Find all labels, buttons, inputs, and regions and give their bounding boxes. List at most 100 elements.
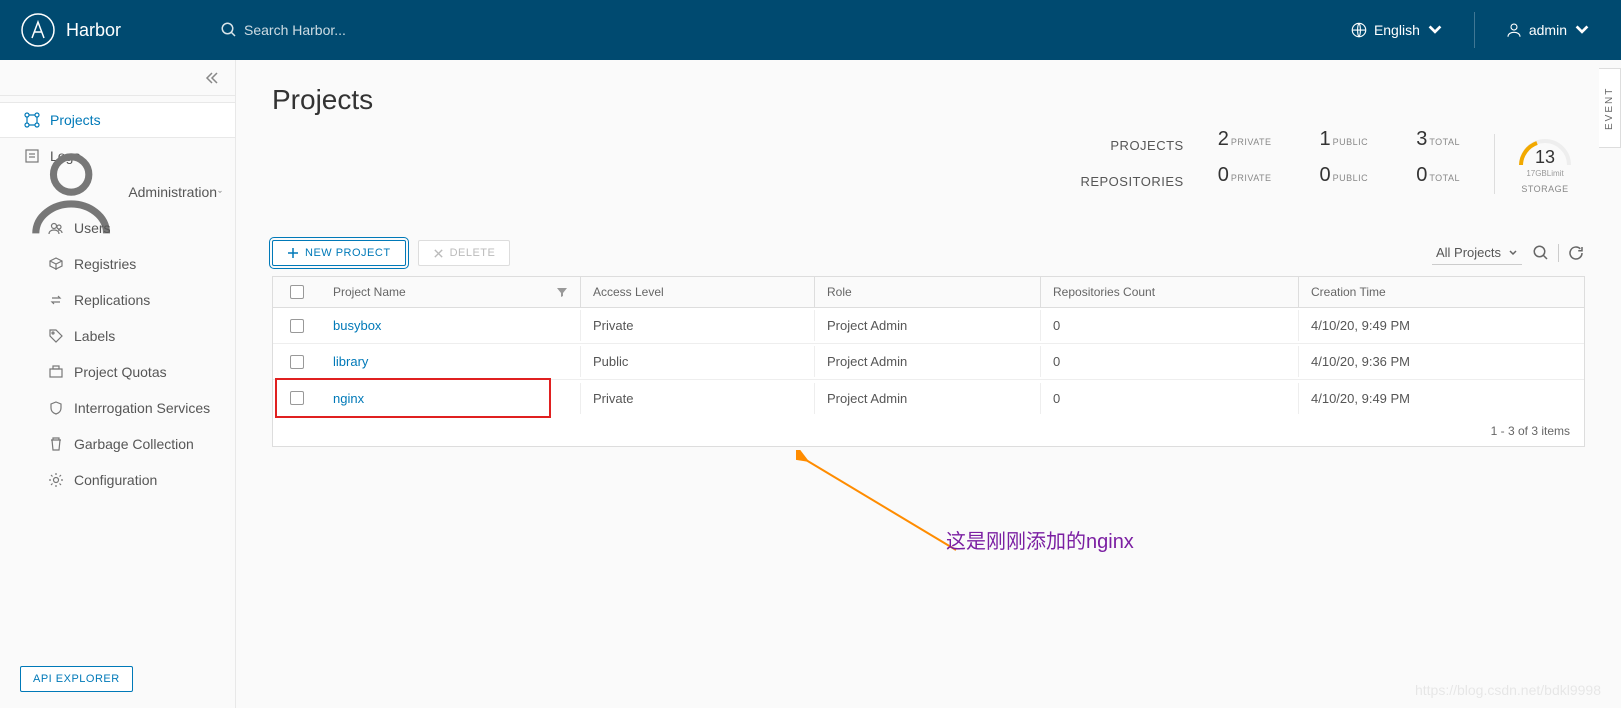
harbor-logo-icon	[20, 12, 56, 48]
api-explorer-button[interactable]: API EXPLORER	[20, 666, 133, 692]
cell-time: 4/10/20, 9:36 PM	[1299, 346, 1584, 377]
toolbar: NEW PROJECT DELETE All Projects	[272, 240, 1585, 266]
project-link[interactable]: library	[333, 354, 368, 369]
repos-private-count: 0	[1218, 164, 1229, 187]
sidebar-item-projects[interactable]: Projects	[0, 102, 235, 138]
sidebar-collapse-button[interactable]	[0, 60, 235, 96]
table-row[interactable]: nginx PrivateProject Admin04/10/20, 9:49 …	[273, 380, 1584, 416]
sidebar-item-label: Labels	[74, 328, 115, 344]
refresh-icon[interactable]	[1567, 244, 1585, 262]
sidebar-item-labels[interactable]: Labels	[0, 318, 235, 354]
replications-icon	[48, 292, 64, 308]
sidebar: Projects Logs Administration Users Regis…	[0, 60, 236, 708]
projects-private-count: 2	[1218, 128, 1229, 151]
chevron-down-icon	[1426, 21, 1444, 39]
sidebar-item-label: Projects	[50, 112, 101, 128]
table-row[interactable]: libraryPublicProject Admin04/10/20, 9:36…	[273, 344, 1584, 380]
search-bar[interactable]	[200, 21, 1340, 39]
sidebar-item-replications[interactable]: Replications	[0, 282, 235, 318]
cell-access: Private	[581, 310, 815, 341]
globe-icon	[1350, 21, 1368, 39]
trash-icon	[48, 436, 64, 452]
table-row[interactable]: busyboxPrivateProject Admin04/10/20, 9:4…	[273, 308, 1584, 344]
column-header-name[interactable]: Project Name	[321, 277, 581, 307]
column-header-time[interactable]: Creation Time	[1299, 277, 1584, 307]
repos-total-count: 0	[1416, 164, 1427, 187]
cell-repos: 0	[1041, 346, 1299, 377]
projects-table: Project Name Access Level Role Repositor…	[272, 276, 1585, 447]
cell-time: 4/10/20, 9:49 PM	[1299, 310, 1584, 341]
page-title: Projects	[272, 84, 1585, 116]
user-icon	[1505, 21, 1523, 39]
table-header: Project Name Access Level Role Repositor…	[273, 277, 1584, 308]
select-all-checkbox[interactable]	[290, 285, 304, 299]
storage-label: STORAGE	[1515, 184, 1575, 194]
column-header-role[interactable]: Role	[815, 277, 1041, 307]
labels-icon	[48, 328, 64, 344]
summary-divider	[1494, 134, 1495, 194]
new-project-button[interactable]: NEW PROJECT	[272, 240, 406, 266]
column-header-access[interactable]: Access Level	[581, 277, 815, 307]
table-footer: 1 - 3 of 3 items	[273, 416, 1584, 446]
header-divider	[1474, 12, 1475, 48]
quotas-icon	[48, 364, 64, 380]
project-link[interactable]: nginx	[333, 391, 364, 406]
cell-access: Private	[581, 383, 815, 414]
projects-icon	[24, 112, 40, 128]
storage-summary: 13 17GBLimit STORAGE	[1515, 135, 1575, 194]
sidebar-item-label: Users	[74, 220, 111, 236]
project-filter-select[interactable]: All Projects	[1432, 241, 1522, 265]
cell-role: Project Admin	[815, 310, 1041, 341]
search-input[interactable]	[244, 22, 544, 38]
sidebar-item-registries[interactable]: Registries	[0, 246, 235, 282]
sidebar-item-label: Project Quotas	[74, 364, 167, 380]
projects-public-count: 1	[1320, 128, 1331, 151]
main-content: Projects PROJECTS REPOSITORIES 2PRIVATE …	[236, 60, 1621, 708]
user-menu[interactable]: admin	[1495, 21, 1601, 39]
cell-repos: 0	[1041, 383, 1299, 414]
gear-icon	[48, 472, 64, 488]
sidebar-nav: Projects Logs Administration Users Regis…	[0, 96, 235, 650]
cell-time: 4/10/20, 9:49 PM	[1299, 383, 1584, 414]
header: Harbor English admin	[0, 0, 1621, 60]
watermark: https://blog.csdn.net/bdkl9998	[1415, 682, 1601, 698]
row-checkbox[interactable]	[290, 355, 304, 369]
summary-total-col: 3TOTAL 0TOTAL	[1402, 128, 1474, 200]
projects-total-count: 3	[1416, 128, 1427, 151]
cell-role: Project Admin	[815, 346, 1041, 377]
search-icon	[220, 21, 238, 39]
cell-role: Project Admin	[815, 383, 1041, 414]
annotation-text: 这是刚刚添加的nginx	[946, 525, 1134, 554]
repos-public-count: 0	[1320, 164, 1331, 187]
project-link[interactable]: busybox	[333, 318, 381, 333]
sidebar-item-label: Replications	[74, 292, 150, 308]
sidebar-group-administration[interactable]: Administration	[0, 174, 235, 210]
summary-private-col: 2PRIVATE 0PRIVATE	[1204, 128, 1286, 200]
double-chevron-left-icon	[205, 71, 219, 85]
chevron-down-icon	[1573, 21, 1591, 39]
sidebar-item-label: Garbage Collection	[74, 436, 194, 452]
storage-limit: 17GBLimit	[1515, 169, 1575, 178]
column-header-repos[interactable]: Repositories Count	[1041, 277, 1299, 307]
sidebar-footer: API EXPLORER	[0, 650, 235, 708]
language-selector[interactable]: English	[1340, 21, 1454, 39]
header-right: English admin	[1340, 12, 1601, 48]
sidebar-item-configuration[interactable]: Configuration	[0, 462, 235, 498]
filter-icon[interactable]	[556, 286, 568, 298]
repos-row-label: REPOSITORIES	[1080, 164, 1183, 200]
sidebar-item-project-quotas[interactable]: Project Quotas	[0, 354, 235, 390]
row-checkbox[interactable]	[290, 319, 304, 333]
sidebar-item-interrogation-services[interactable]: Interrogation Services	[0, 390, 235, 426]
row-checkbox[interactable]	[290, 391, 304, 405]
delete-button[interactable]: DELETE	[418, 240, 511, 266]
chevron-down-icon	[217, 186, 223, 198]
summary-public-col: 1PUBLIC 0PUBLIC	[1306, 128, 1383, 200]
logo[interactable]: Harbor	[20, 12, 200, 48]
shield-icon	[48, 400, 64, 416]
toolbar-separator	[1558, 244, 1559, 262]
search-icon[interactable]	[1532, 244, 1550, 262]
filter-select-wrap[interactable]: All Projects	[1432, 241, 1522, 265]
event-tab[interactable]: EVENT	[1599, 68, 1621, 148]
sidebar-item-garbage-collection[interactable]: Garbage Collection	[0, 426, 235, 462]
summary-stats: PROJECTS REPOSITORIES 2PRIVATE 0PRIVATE …	[272, 128, 1585, 200]
